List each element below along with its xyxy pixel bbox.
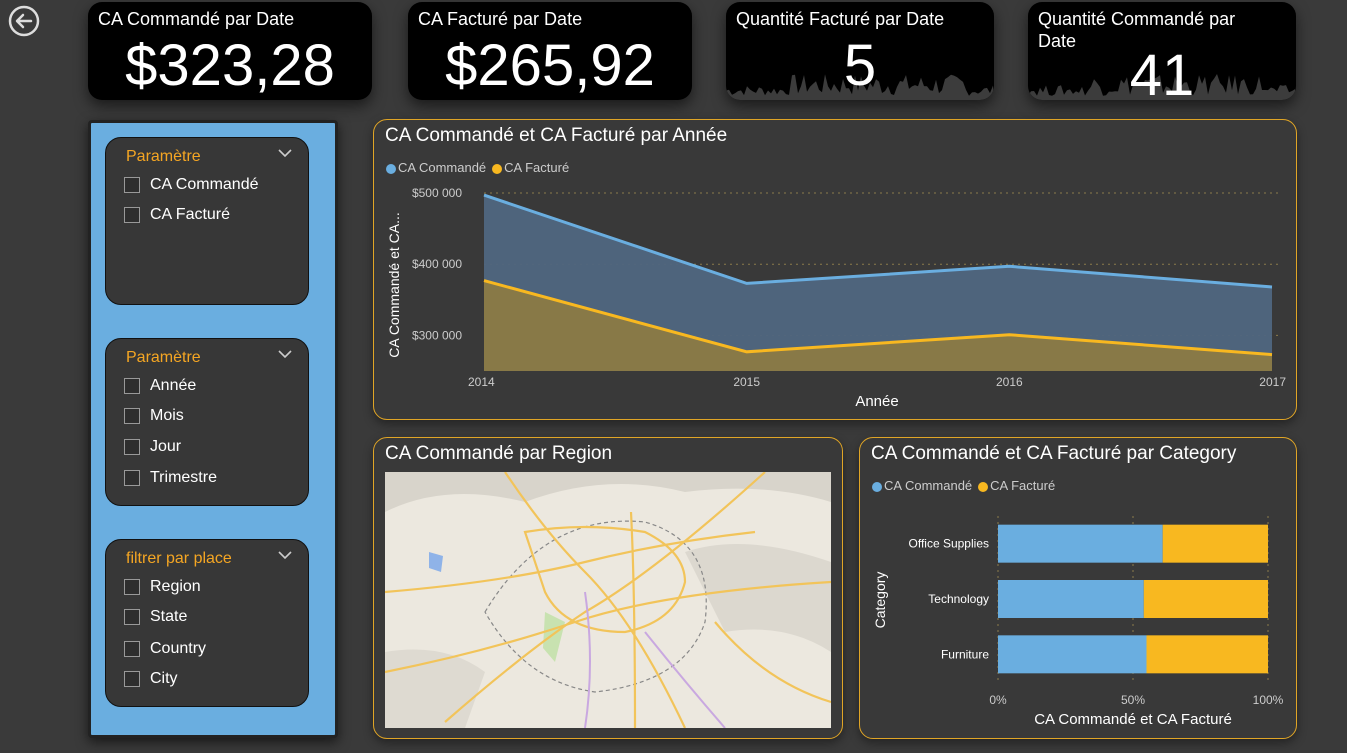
line-chart-panel: CA Commandé et CA Facturé par Année CA C… bbox=[373, 119, 1297, 420]
back-arrow-icon[interactable] bbox=[8, 5, 40, 37]
kpi-title: CA Commandé par Date bbox=[98, 9, 295, 29]
x-tick-label: 0% bbox=[989, 693, 1007, 707]
slicer-header: filtrer par place bbox=[126, 550, 232, 567]
slicer-filtrer-par-place: filtrer par place Region State Country C… bbox=[105, 539, 309, 707]
checkbox[interactable] bbox=[124, 207, 140, 223]
checkbox[interactable] bbox=[124, 641, 140, 657]
slicer-option[interactable]: Region bbox=[124, 578, 201, 596]
checkbox[interactable] bbox=[124, 408, 140, 424]
slicer-parametre-measure: Paramètre CA Commandé CA Facturé bbox=[105, 137, 309, 305]
option-label: CA Facturé bbox=[150, 206, 231, 223]
bar-ca-facture[interactable] bbox=[1162, 524, 1268, 563]
kpi-card-quantite-facture: Quantité Facturé par Date 5 bbox=[726, 2, 994, 100]
checkbox[interactable] bbox=[124, 177, 140, 193]
bar-ca-commande[interactable] bbox=[998, 580, 1144, 618]
chevron-down-icon[interactable] bbox=[278, 349, 292, 359]
category-label: Furniture bbox=[941, 647, 989, 661]
slicer-option[interactable]: Année bbox=[124, 377, 196, 395]
x-tick-label: 50% bbox=[1121, 693, 1145, 707]
slicer-option[interactable]: Mois bbox=[124, 407, 184, 425]
option-label: Country bbox=[150, 640, 207, 657]
bar-ca-facture[interactable] bbox=[1146, 635, 1269, 674]
kpi-title: CA Facturé par Date bbox=[418, 9, 583, 29]
category-label: Technology bbox=[928, 592, 989, 606]
kpi-value: $323,28 bbox=[125, 33, 335, 98]
checkbox[interactable] bbox=[124, 439, 140, 455]
option-label: State bbox=[150, 608, 188, 625]
x-tick-label: 100% bbox=[1253, 693, 1284, 707]
stacked-bar-chart[interactable]: Office Supplies Technology Furniture 0% 50%… bbox=[860, 438, 1296, 738]
option-label: CA Commandé bbox=[150, 176, 259, 193]
x-axis-title: Année bbox=[855, 393, 898, 410]
bar-chart-panel: CA Commandé et CA Facturé par Category C… bbox=[859, 437, 1297, 739]
x-tick-label: 2016 bbox=[996, 375, 1023, 389]
slicer-option[interactable]: CA Commandé bbox=[124, 176, 259, 194]
area-chart[interactable]: $300 000 $400 000 $500 000 2014 2015 2016 201… bbox=[374, 120, 1296, 419]
slicer-header: Paramètre bbox=[126, 148, 201, 165]
kpi-value: $265,92 bbox=[445, 33, 655, 98]
kpi-title: Quantité Facturé par Date bbox=[736, 9, 945, 29]
bar-ca-commande[interactable] bbox=[998, 635, 1147, 674]
x-tick-label: 2015 bbox=[733, 375, 760, 389]
map-panel: CA Commandé par Region bbox=[373, 437, 843, 739]
kpi-value: 41 bbox=[1129, 43, 1195, 101]
checkbox[interactable] bbox=[124, 470, 140, 486]
option-label: City bbox=[150, 670, 178, 687]
option-label: Mois bbox=[150, 407, 184, 424]
x-axis-title: CA Commandé et CA Facturé bbox=[1034, 711, 1232, 728]
slicer-option[interactable]: Country bbox=[124, 640, 206, 658]
kpi-card-quantite-commande: Quantité Commandé par Date 41 bbox=[1028, 2, 1296, 100]
y-axis-title: CA Commandé et CA... bbox=[386, 212, 402, 358]
y-tick-label: $500 000 bbox=[412, 186, 462, 200]
filter-sidebar: Paramètre CA Commandé CA Facturé Paramèt… bbox=[88, 120, 338, 738]
option-label: Jour bbox=[150, 438, 182, 455]
kpi-value: 5 bbox=[843, 33, 877, 98]
category-label: Office Supplies bbox=[909, 537, 990, 551]
option-label: Trimestre bbox=[150, 469, 217, 486]
kpi-card-ca-facture: CA Facturé par Date $265,92 bbox=[408, 2, 692, 100]
slicer-option[interactable]: CA Facturé bbox=[124, 206, 230, 224]
region-map[interactable] bbox=[385, 472, 831, 728]
slicer-parametre-date: Paramètre Année Mois Jour Trimestre bbox=[105, 338, 309, 506]
x-tick-label: 2017 bbox=[1259, 375, 1286, 389]
checkbox[interactable] bbox=[124, 378, 140, 394]
option-label: Region bbox=[150, 578, 201, 595]
checkbox[interactable] bbox=[124, 609, 140, 625]
kpi-card-ca-commande: CA Commandé par Date $323,28 bbox=[88, 2, 372, 100]
slicer-option[interactable]: City bbox=[124, 670, 178, 688]
checkbox[interactable] bbox=[124, 671, 140, 687]
map-title: CA Commandé par Region bbox=[385, 443, 613, 464]
y-axis-title: Category bbox=[872, 572, 888, 629]
slicer-option[interactable]: State bbox=[124, 608, 187, 626]
y-tick-label: $400 000 bbox=[412, 257, 462, 271]
option-label: Année bbox=[150, 377, 197, 394]
chevron-down-icon[interactable] bbox=[278, 550, 292, 560]
slicer-header: Paramètre bbox=[126, 349, 201, 366]
slicer-option[interactable]: Jour bbox=[124, 438, 181, 456]
y-tick-label: $300 000 bbox=[412, 328, 462, 342]
chevron-down-icon[interactable] bbox=[278, 148, 292, 158]
bar-ca-facture[interactable] bbox=[1143, 580, 1268, 618]
slicer-option[interactable]: Trimestre bbox=[124, 469, 217, 487]
checkbox[interactable] bbox=[124, 579, 140, 595]
bar-ca-commande[interactable] bbox=[998, 524, 1163, 563]
x-tick-label: 2014 bbox=[468, 375, 495, 389]
